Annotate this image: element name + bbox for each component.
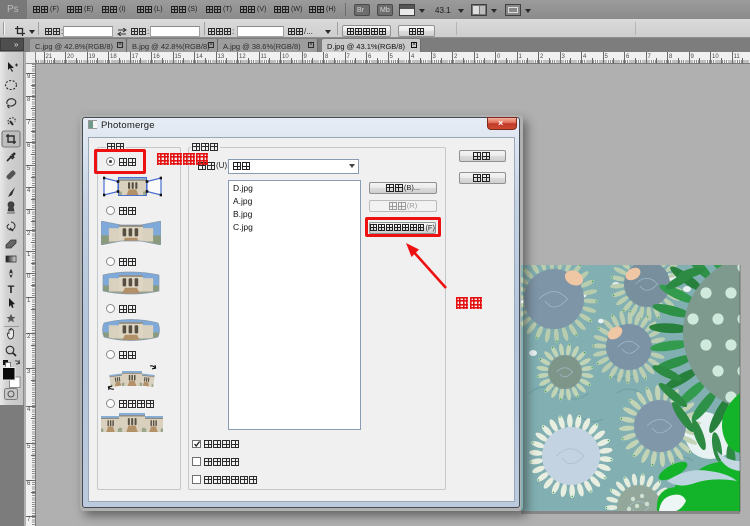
svg-text:T: T [8,284,15,296]
